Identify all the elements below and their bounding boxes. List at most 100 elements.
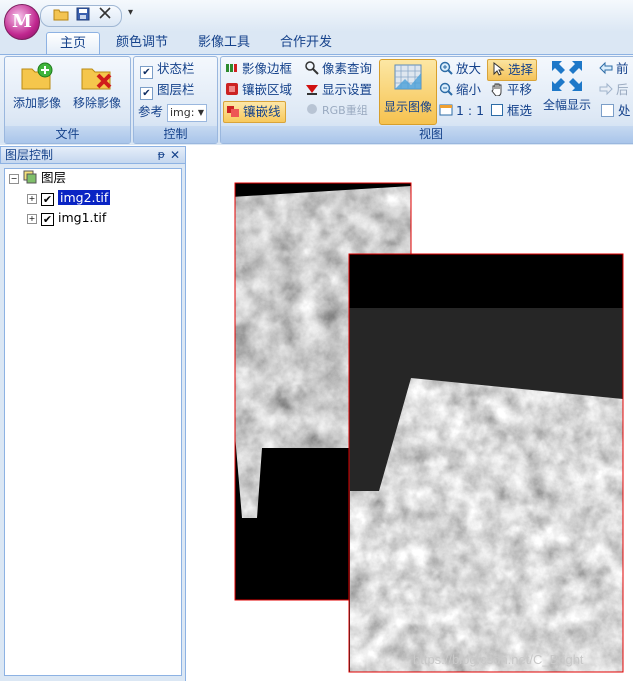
image-border-button[interactable]: 影像边框 <box>225 59 292 79</box>
cursor-arrow-icon <box>491 61 505 76</box>
tab-color-adjust[interactable]: 颜色调节 <box>106 32 178 54</box>
box-select-label: 框选 <box>507 103 533 118</box>
display-settings-icon <box>305 82 319 96</box>
layerbar-toggle[interactable]: ✔ 图层栏 <box>140 80 195 100</box>
quick-access-dropdown-icon[interactable]: ▾ <box>128 7 133 18</box>
reference-label: 参考 <box>138 104 164 119</box>
chevron-down-icon: ▼ <box>197 107 204 117</box>
rgb-recombine-button[interactable]: RGB重组 <box>305 101 368 121</box>
mosaic-area-icon <box>225 82 239 96</box>
layer-tree: − 图层 + ✔ img2.tif + ✔ img1.tif <box>4 168 182 676</box>
file-group-label: 文件 <box>5 126 130 143</box>
tree-root-label: 图层 <box>41 170 67 185</box>
zoom-out-icon <box>439 82 453 96</box>
layer-item-img2[interactable]: + ✔ img2.tif <box>27 190 111 206</box>
layer-panel-header: 图层控制 ᵽ ✕ <box>0 146 186 164</box>
show-image-button[interactable]: 显示图像 <box>379 59 437 125</box>
full-extent-label: 全幅显示 <box>542 98 591 112</box>
pan-tool-label: 平移 <box>507 82 533 97</box>
expand-icon[interactable]: + <box>27 194 37 204</box>
layer-panel-title: 图层控制 <box>5 148 54 162</box>
control-group: ✔ 状态栏 ✔ 图层栏 参考 img: ▼ 控制 <box>133 56 218 144</box>
layerbar-label: 图层栏 <box>157 82 195 97</box>
expand-icon[interactable]: + <box>27 214 37 224</box>
layer-name: img1.tif <box>58 210 107 225</box>
display-settings-button[interactable]: 显示设置 <box>305 80 372 100</box>
one-to-one-label: 1 : 1 <box>456 103 485 118</box>
view-group: 影像边框 镶嵌区域 镶嵌线 像素查询 显示设置 RGB重组 显示图像 放大 缩小… <box>220 56 633 144</box>
box-select-button[interactable]: 框选 <box>490 101 532 121</box>
zoom-in-button[interactable]: 放大 <box>439 59 481 79</box>
mosaic-line-button[interactable]: 镶嵌线 <box>223 101 286 123</box>
statusbar-checkbox[interactable]: ✔ <box>140 66 153 79</box>
tree-root-node[interactable]: − 图层 <box>9 170 66 186</box>
select-tool-label: 选择 <box>508 62 534 77</box>
rgb-recombine-icon <box>305 102 319 116</box>
pan-tool-button[interactable]: 平移 <box>490 80 532 100</box>
mosaic-area-button[interactable]: 镶嵌区域 <box>225 80 292 100</box>
arrow-right-icon <box>599 82 613 96</box>
other-option-checkbox[interactable] <box>601 104 614 117</box>
tab-image-tools[interactable]: 影像工具 <box>188 32 260 54</box>
full-extent-icon <box>552 61 582 91</box>
layer-visibility-checkbox[interactable]: ✔ <box>41 193 54 206</box>
close-icon[interactable]: ✕ <box>170 147 180 163</box>
box-select-icon <box>490 103 504 117</box>
rgb-recombine-label: RGB重组 <box>322 104 368 117</box>
reference-select[interactable]: img: ▼ <box>167 103 207 122</box>
file-group: 添加影像 移除影像 文件 <box>4 56 131 144</box>
show-image-label: 显示图像 <box>383 100 432 114</box>
select-tool-button[interactable]: 选择 <box>487 59 538 81</box>
pixel-query-icon <box>305 61 319 75</box>
quick-access-toolbar <box>40 5 122 27</box>
view-group-label: 视图 <box>221 126 633 143</box>
remove-image-button[interactable]: 移除影像 <box>67 61 127 119</box>
image-border-label: 影像边框 <box>242 61 293 76</box>
mosaic-line-label: 镶嵌线 <box>243 104 281 119</box>
one-to-one-button[interactable]: 1 : 1 <box>439 101 484 121</box>
other-option-toggle[interactable]: 处 <box>601 101 631 121</box>
pixel-query-label: 像素查询 <box>322 61 373 76</box>
hand-icon <box>490 82 504 97</box>
arrow-left-icon <box>599 61 613 75</box>
zoom-out-label: 缩小 <box>456 82 482 97</box>
one-to-one-icon <box>439 103 453 117</box>
back-label: 后 <box>616 82 629 97</box>
control-group-label: 控制 <box>134 126 217 143</box>
statusbar-toggle[interactable]: ✔ 状态栏 <box>140 59 195 79</box>
remove-image-icon <box>81 68 112 90</box>
mosaic-line-icon <box>226 104 240 118</box>
remove-image-label: 移除影像 <box>72 96 121 110</box>
tab-home[interactable]: 主页 <box>46 32 100 55</box>
map-canvas[interactable] <box>187 146 633 681</box>
app-logo-letter: M <box>12 11 32 32</box>
watermark-text: https://blog.csdn.net/C_Bright <box>413 652 584 667</box>
pixel-query-button[interactable]: 像素查询 <box>305 59 372 79</box>
other-option-label: 处 <box>618 103 631 118</box>
zoom-in-label: 放大 <box>456 61 482 76</box>
application-orb-button[interactable]: M <box>4 4 40 40</box>
mosaic-area-label: 镶嵌区域 <box>242 82 293 97</box>
open-folder-icon[interactable] <box>51 7 71 25</box>
add-image-label: 添加影像 <box>12 96 61 110</box>
layer-item-img1[interactable]: + ✔ img1.tif <box>27 210 106 226</box>
layer-visibility-checkbox[interactable]: ✔ <box>41 213 54 226</box>
close-icon[interactable] <box>95 7 115 25</box>
back-button[interactable]: 后 <box>599 80 629 100</box>
full-extent-button[interactable]: 全幅显示 <box>539 59 595 123</box>
forward-label: 前 <box>616 61 629 76</box>
map-view <box>234 182 624 673</box>
reference-select-value: img: <box>170 105 195 119</box>
add-image-button[interactable]: 添加影像 <box>7 61 67 119</box>
layerbar-checkbox[interactable]: ✔ <box>140 87 153 100</box>
zoom-out-button[interactable]: 缩小 <box>439 80 481 100</box>
tab-cooperation[interactable]: 合作开发 <box>270 32 342 54</box>
reference-row: 参考 img: ▼ <box>138 102 207 122</box>
pin-icon[interactable]: ᵽ <box>158 147 165 163</box>
image-img2 <box>348 253 624 673</box>
layers-icon <box>23 170 37 188</box>
add-image-icon <box>21 62 53 90</box>
save-icon[interactable] <box>73 7 93 25</box>
forward-button[interactable]: 前 <box>599 59 629 79</box>
collapse-icon[interactable]: − <box>9 174 19 184</box>
